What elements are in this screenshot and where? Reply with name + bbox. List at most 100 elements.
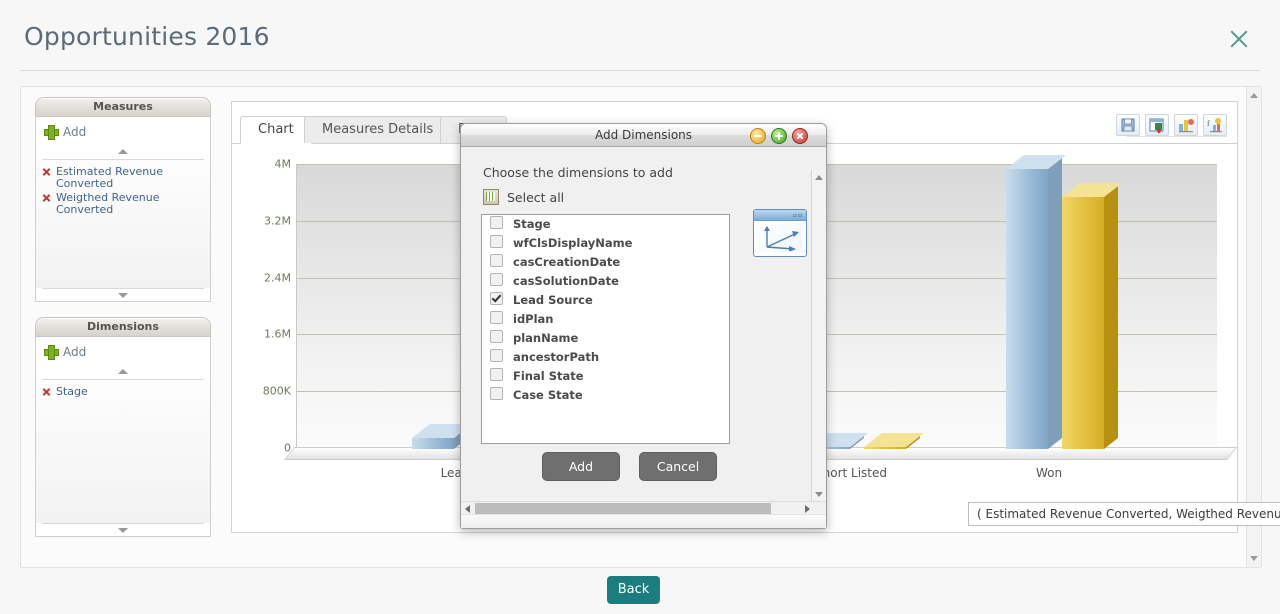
dimensions-panel: Dimensions Add Stage <box>35 317 211 537</box>
checkbox[interactable] <box>490 368 503 381</box>
header-divider <box>20 70 1260 71</box>
page-title: Opportunities 2016 <box>24 22 270 51</box>
checkbox[interactable] <box>490 330 503 343</box>
bar-lead-estimated[interactable] <box>412 424 472 449</box>
option-label: idPlan <box>513 312 554 326</box>
y-tick-label: 4M <box>274 157 292 171</box>
list-item[interactable]: casSolutionDate <box>482 272 729 291</box>
dimension-label: Stage <box>56 385 88 398</box>
dimensions-panel-body: Add Stage <box>35 337 211 537</box>
dialog-vertical-scrollbar[interactable] <box>811 170 826 502</box>
dimensions-panel-title: Dimensions <box>87 320 159 333</box>
close-button[interactable] <box>792 128 808 144</box>
scroll-thumb[interactable] <box>475 503 771 514</box>
x-tick-label: Won <box>1035 466 1063 480</box>
save-icon[interactable] <box>1116 114 1140 136</box>
axes-window-icon: ▫▫ <box>753 209 807 257</box>
checkbox[interactable] <box>490 349 503 362</box>
export-excel-icon[interactable] <box>1145 114 1169 136</box>
list-item[interactable]: planName <box>482 329 729 348</box>
remove-icon[interactable] <box>42 387 51 396</box>
dimensions-scroll-up[interactable] <box>42 367 204 380</box>
tab-measures-details[interactable]: Measures Details <box>304 116 452 143</box>
option-label: Case State <box>513 388 583 402</box>
checkbox[interactable] <box>490 273 503 286</box>
checkbox[interactable] <box>490 254 503 267</box>
list-item[interactable]: wfClsDisplayName <box>482 234 729 253</box>
scroll-up-icon[interactable] <box>815 175 823 180</box>
option-label: casSolutionDate <box>513 274 619 288</box>
dimensions-add-label: Add <box>63 345 87 359</box>
list-item[interactable]: Stage <box>40 386 206 400</box>
chart-legend: ( Estimated Revenue Converted, Weigthed … <box>968 502 1280 526</box>
toolbar-divider <box>1127 136 1227 137</box>
checkbox[interactable] <box>490 387 503 400</box>
scroll-left-icon[interactable] <box>465 505 470 513</box>
plus-icon <box>44 125 59 140</box>
option-label: ancestorPath <box>513 350 600 364</box>
measures-add-button[interactable]: Add <box>36 117 210 147</box>
checkbox[interactable] <box>490 311 503 324</box>
option-label: Stage <box>513 217 551 231</box>
scroll-down-icon[interactable] <box>1250 556 1258 561</box>
plus-icon <box>44 345 59 360</box>
dimensions-scroll-down[interactable] <box>42 523 204 536</box>
checkbox[interactable] <box>490 216 503 229</box>
list-item[interactable]: Estimated Revenue Converted <box>40 166 206 192</box>
dialog-titlebar[interactable]: Add Dimensions <box>461 124 826 147</box>
list-item[interactable]: casCreationDate <box>482 253 729 272</box>
list-item[interactable]: Lead Source <box>482 291 729 310</box>
remove-icon[interactable] <box>42 167 51 176</box>
select-all-label: Select all <box>507 190 565 205</box>
select-all-button[interactable]: Select all <box>483 189 564 205</box>
list-item[interactable]: ancestorPath <box>482 348 729 367</box>
measure-label: Weigthed Revenue Converted <box>56 191 160 216</box>
option-label: Final State <box>513 369 584 383</box>
measures-panel-body: Add Estimated Revenue Converted Weigthed… <box>35 117 211 302</box>
dialog-horizontal-scrollbar[interactable] <box>461 501 826 515</box>
workspace-scrollbar[interactable] <box>1246 87 1261 567</box>
minimize-button[interactable] <box>750 128 766 144</box>
measures-panel-title: Measures <box>93 100 153 113</box>
select-all-icon <box>483 189 499 205</box>
cancel-button[interactable]: Cancel <box>639 452 718 481</box>
list-item[interactable]: Stage <box>482 215 729 234</box>
dialog-body: Choose the dimensions to add Select all … <box>461 147 826 528</box>
list-item[interactable]: Case State <box>482 386 729 405</box>
dialog-actions: Add Cancel <box>461 452 798 481</box>
add-button[interactable]: Add <box>541 452 620 481</box>
scroll-right-icon[interactable] <box>805 505 810 513</box>
measures-scroll-up[interactable] <box>42 147 204 160</box>
measures-list: Estimated Revenue Converted Weigthed Rev… <box>36 160 210 288</box>
maximize-button[interactable] <box>771 128 787 144</box>
chart-style-icon[interactable]: f <box>1203 114 1227 136</box>
list-item[interactable]: Weigthed Revenue Converted <box>40 192 206 218</box>
y-tick-label: 800K <box>262 384 291 398</box>
measure-label: Estimated Revenue Converted <box>56 165 163 190</box>
back-button[interactable]: Back <box>607 576 660 604</box>
close-icon[interactable] <box>1226 26 1252 52</box>
scroll-down-icon[interactable] <box>815 492 823 497</box>
dialog-prompt: Choose the dimensions to add <box>483 165 673 180</box>
dialog-content: Choose the dimensions to add Select all … <box>461 147 812 502</box>
bar-won-estimated[interactable] <box>1006 155 1066 449</box>
list-item[interactable]: Final State <box>482 367 729 386</box>
y-tick-label: 3.2M <box>264 214 291 228</box>
checkbox[interactable] <box>490 292 503 305</box>
chart-settings-icon[interactable] <box>1174 114 1198 136</box>
checkbox[interactable] <box>490 235 503 248</box>
measures-scroll-down[interactable] <box>42 288 204 301</box>
dimensions-checkbox-list[interactable]: Stage wfClsDisplayName casCreationDate c… <box>481 214 730 444</box>
measures-panel: Measures Add Estimated Revenue Converted… <box>35 97 211 302</box>
scroll-up-icon[interactable] <box>1250 93 1258 98</box>
tab-chart[interactable]: Chart <box>240 116 312 144</box>
bar-shortlisted-weigthed[interactable] <box>864 433 924 449</box>
list-item[interactable]: idPlan <box>482 310 729 329</box>
bar-won-weigthed[interactable] <box>1062 183 1122 449</box>
measures-add-label: Add <box>63 125 87 139</box>
dimensions-panel-header: Dimensions <box>35 317 211 337</box>
dimensions-add-button[interactable]: Add <box>36 337 210 367</box>
option-label: planName <box>513 331 579 345</box>
remove-icon[interactable] <box>42 193 51 202</box>
svg-text:f: f <box>1207 119 1210 128</box>
